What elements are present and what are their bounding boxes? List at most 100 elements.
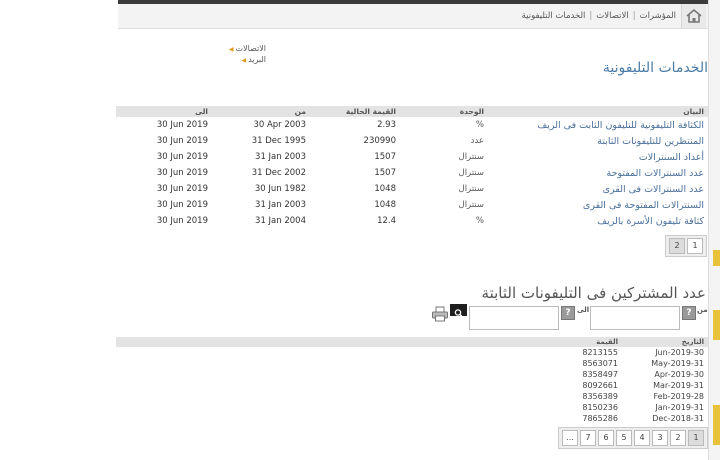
indicator-link[interactable]: السنترالات المفتوحة فى القرى <box>488 197 708 213</box>
indicators-table: الى من القيمة الحالية الوحدة البيان 30 J… <box>116 106 708 229</box>
page-button-2[interactable]: 2 <box>670 430 686 446</box>
table-row: 30 Jun 2019 31 Dec 2002 1507 سنترال عدد … <box>116 165 708 181</box>
page-button-3[interactable]: 3 <box>652 430 668 446</box>
table-row: 30 Jun 2019 30 Jun 1982 1048 سنترال عدد … <box>116 181 708 197</box>
cell-date: Jan-2019-31 <box>655 403 704 412</box>
cell-from: 30 Apr 2003 <box>253 120 306 130</box>
cell-date: Mar-2019-31 <box>653 381 704 390</box>
cell-date: Jun-2019-30 <box>655 348 704 357</box>
breadcrumb-item-communications[interactable]: الاتصالات <box>596 11 628 21</box>
page-button-1[interactable]: 1 <box>687 238 703 254</box>
search-button[interactable] <box>450 304 467 317</box>
table-row: 8092661 Mar-2019-31 <box>116 380 708 391</box>
home-icon[interactable] <box>681 4 706 28</box>
table-row: 8358497 Apr-2019-30 <box>116 369 708 380</box>
from-label: من <box>697 306 708 314</box>
right-scroll-rail <box>708 0 720 460</box>
table-row: 8356389 Feb-2019-28 <box>116 391 708 402</box>
cell-value: 8563071 <box>582 359 618 368</box>
table-row: 30 Jun 2019 31 Jan 2003 1507 سنترال أعدا… <box>116 149 708 165</box>
cell-from: 31 Jan 2004 <box>255 216 306 226</box>
cell-from: 31 Jan 2003 <box>255 152 306 162</box>
cell-value: 230990 <box>363 136 396 146</box>
cell-value: 8356389 <box>582 392 618 401</box>
indicator-link[interactable]: المنتظرين للتليفونات الثابتة <box>488 133 708 149</box>
table-row: 8563071 May-2019-31 <box>116 358 708 369</box>
from-date-input[interactable] <box>590 306 680 330</box>
breadcrumb-item-current: الخدمات التليفونية <box>521 11 586 21</box>
side-link-communications[interactable]: الاتصالات <box>230 44 266 55</box>
indicator-link[interactable]: عدد السنترالات فى القرى <box>488 181 708 197</box>
cell-value: 1507 <box>374 168 396 178</box>
cell-value: 12.4 <box>377 216 396 226</box>
cell-from: 31 Dec 1995 <box>251 136 306 146</box>
table-row: 30 Jun 2019 30 Apr 2003 2.93 % الكثافة ا… <box>116 117 708 133</box>
cell-value: 8358497 <box>582 370 618 379</box>
printer-icon <box>432 306 448 322</box>
cell-unit: % <box>475 216 484 226</box>
help-icon[interactable]: ? <box>682 306 696 320</box>
cell-unit: % <box>475 120 484 130</box>
search-icon <box>454 309 463 317</box>
to-date-input[interactable] <box>469 306 559 330</box>
cell-to: 30 Jun 2019 <box>156 168 208 178</box>
cell-value: 1507 <box>374 152 396 162</box>
indicator-link[interactable]: الكثافة التليفونية للتليفون الثابت فى ال… <box>488 117 708 133</box>
cell-value: 7865286 <box>582 414 618 423</box>
page-button-6[interactable]: 6 <box>598 430 614 446</box>
cell-to: 30 Jun 2019 <box>156 200 208 210</box>
help-icon[interactable]: ? <box>561 306 575 320</box>
col-to-header: الى <box>116 106 212 117</box>
cell-date: Apr-2019-30 <box>654 370 704 379</box>
col-value-header: القيمة <box>554 337 622 347</box>
table-row: 7865286 Dec-2018-31 <box>116 413 708 424</box>
table-row: 30 Jun 2019 31 Jan 2003 1048 سنترال السن… <box>116 197 708 213</box>
breadcrumb-separator: | <box>589 11 593 21</box>
cell-value: 8150236 <box>582 403 618 412</box>
cell-to: 30 Jun 2019 <box>156 216 208 226</box>
breadcrumb-separator: | <box>632 11 636 21</box>
cell-to: 30 Jun 2019 <box>156 136 208 146</box>
cell-to: 30 Jun 2019 <box>156 184 208 194</box>
print-button[interactable] <box>431 306 449 322</box>
cell-unit: سنترال <box>458 184 484 194</box>
subscribers-header-row: القيمة التاريخ <box>116 337 708 347</box>
cell-value: 1048 <box>374 200 396 210</box>
cell-value: 1048 <box>374 184 396 194</box>
col-date-header: التاريخ <box>622 337 708 347</box>
page-button-7[interactable]: 7 <box>580 430 596 446</box>
page-button-2[interactable]: 2 <box>669 238 685 254</box>
col-name-header: البيان <box>488 106 708 117</box>
indicators-header-row: الى من القيمة الحالية الوحدة البيان <box>116 106 708 117</box>
page-button-5[interactable]: 5 <box>616 430 632 446</box>
breadcrumb: المؤشرات|الاتصالات|الخدمات التليفونية <box>118 4 708 29</box>
page-button-1[interactable]: 1 <box>688 430 704 446</box>
page-button-ellipsis[interactable]: ... <box>562 430 578 446</box>
table-row: 30 Jun 2019 31 Jan 2004 12.4 % كثافة تلي… <box>116 213 708 229</box>
cell-value: 8213155 <box>582 348 618 357</box>
table-row: 30 Jun 2019 31 Dec 1995 230990 عدد المنت… <box>116 133 708 149</box>
subscribers-table: القيمة التاريخ 8213155 Jun-2019-30 856307… <box>116 337 708 424</box>
cell-date: Dec-2018-31 <box>652 414 704 423</box>
indicator-link[interactable]: عدد السنترالات المفتوحة <box>488 165 708 181</box>
indicator-link[interactable]: أعداد السنترالات <box>488 149 708 165</box>
cell-value: 2.93 <box>377 120 396 130</box>
cell-unit: عدد <box>470 136 484 146</box>
cell-value: 8092661 <box>582 381 618 390</box>
cell-date: May-2019-31 <box>651 359 704 368</box>
cell-unit: سنترال <box>458 152 484 162</box>
cell-to: 30 Jun 2019 <box>156 120 208 130</box>
cell-from: 30 Jun 1982 <box>254 184 306 194</box>
cell-from: 31 Jan 2003 <box>255 200 306 210</box>
page-button-4[interactable]: 4 <box>634 430 650 446</box>
side-link-post[interactable]: البريد <box>230 55 266 66</box>
cell-date: Feb-2019-28 <box>653 392 704 401</box>
cell-unit: سنترال <box>458 168 484 178</box>
cell-unit: سنترال <box>458 200 484 210</box>
breadcrumb-item-indicators[interactable]: المؤشرات <box>640 11 676 21</box>
indicator-link[interactable]: كثافة تليفون الأسرة بالريف <box>488 213 708 229</box>
col-from-header: من <box>212 106 310 117</box>
col-value-header: القيمة الحالية <box>310 106 400 117</box>
to-label: الى <box>577 306 590 314</box>
side-links: الاتصالات البريد <box>230 44 266 66</box>
